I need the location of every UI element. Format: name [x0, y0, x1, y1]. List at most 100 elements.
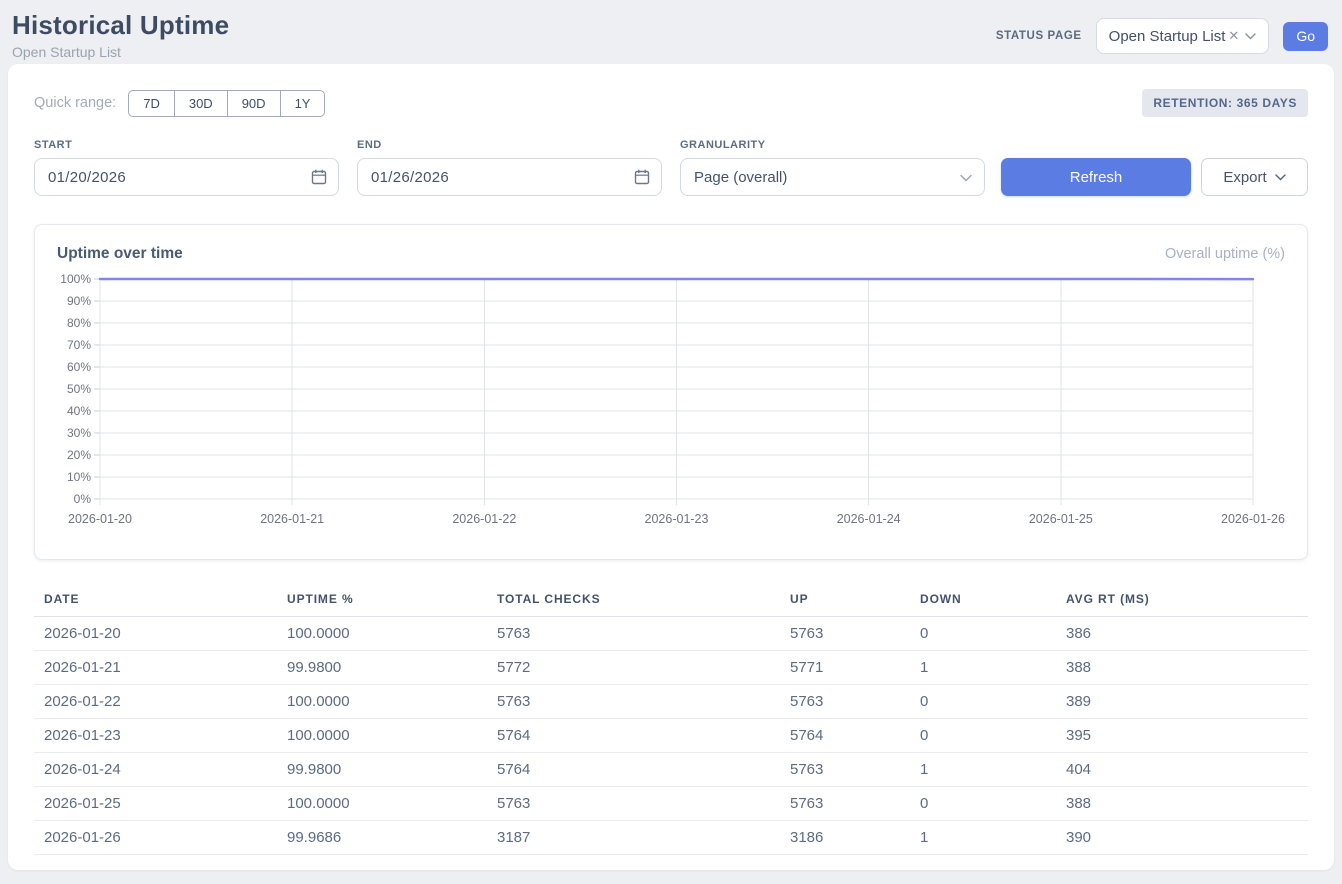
granularity-field: GRANULARITY Page (overall) — [680, 139, 985, 196]
table-cell: 388 — [1066, 651, 1308, 685]
table-cell: 100.0000 — [287, 787, 497, 821]
table-cell: 0 — [920, 685, 1066, 719]
calendar-icon[interactable] — [634, 169, 650, 185]
table-cell: 5771 — [790, 651, 920, 685]
chevron-down-icon — [1275, 174, 1286, 181]
table-cell: 1 — [920, 821, 1066, 855]
table-cell: 2026-01-21 — [34, 651, 287, 685]
uptime-chart-card: Uptime over time Overall uptime (%) 0% 10… — [34, 224, 1308, 560]
table-row: 2026-01-2499.9800576457631404 — [34, 753, 1308, 787]
svg-text:2026-01-23: 2026-01-23 — [645, 512, 709, 526]
table-header-row: DATEUPTIME %TOTAL CHECKSUPDOWNAVG RT (MS… — [34, 584, 1308, 617]
filter-row: START END GRANULARITY Page (overall) — [34, 139, 1308, 196]
range-button-30d[interactable]: 30D — [174, 90, 227, 117]
range-button-group: 7D 30D 90D 1Y — [128, 90, 325, 117]
clear-selection-icon[interactable]: ✕ — [1228, 28, 1239, 44]
header-controls: STATUS PAGE Open Startup List ✕ Go — [996, 18, 1328, 54]
uptime-table: DATEUPTIME %TOTAL CHECKSUPDOWNAVG RT (MS… — [34, 584, 1308, 855]
main-panel: Quick range: 7D 30D 90D 1Y RETENTION: 36… — [8, 64, 1334, 870]
table-cell: 404 — [1066, 753, 1308, 787]
page-subtitle: Open Startup List — [12, 44, 229, 60]
svg-text:2026-01-22: 2026-01-22 — [452, 512, 516, 526]
table-cell: 5763 — [790, 787, 920, 821]
page-title: Historical Uptime — [12, 10, 229, 41]
range-button-1y[interactable]: 1Y — [280, 90, 326, 117]
chart-legend: Overall uptime (%) — [1165, 246, 1285, 262]
svg-text:40%: 40% — [67, 404, 91, 418]
granularity-label: GRANULARITY — [680, 139, 985, 151]
column-header: AVG RT (MS) — [1066, 584, 1308, 617]
table-cell: 1 — [920, 651, 1066, 685]
table-cell: 3187 — [497, 821, 790, 855]
svg-text:60%: 60% — [67, 360, 91, 374]
table-cell: 100.0000 — [287, 719, 497, 753]
start-date-field: START — [34, 139, 339, 196]
refresh-button[interactable]: Refresh — [1001, 158, 1191, 196]
retention-badge: RETENTION: 365 DAYS — [1142, 89, 1308, 117]
table-cell: 2026-01-26 — [34, 821, 287, 855]
table-cell: 2026-01-24 — [34, 753, 287, 787]
status-page-select[interactable]: Open Startup List ✕ — [1096, 18, 1270, 54]
range-button-7d[interactable]: 7D — [128, 90, 174, 117]
chart-title: Uptime over time — [57, 245, 183, 263]
granularity-select[interactable]: Page (overall) — [680, 158, 985, 196]
table-row: 2026-01-23100.0000576457640395 — [34, 719, 1308, 753]
table-cell: 2026-01-23 — [34, 719, 287, 753]
calendar-icon[interactable] — [311, 169, 327, 185]
uptime-table-container: DATEUPTIME %TOTAL CHECKSUPDOWNAVG RT (MS… — [34, 584, 1308, 855]
chevron-down-icon — [1245, 33, 1256, 40]
table-row: 2026-01-20100.0000576357630386 — [34, 617, 1308, 651]
export-button[interactable]: Export — [1201, 158, 1308, 196]
go-button[interactable]: Go — [1283, 22, 1328, 51]
svg-text:2026-01-20: 2026-01-20 — [68, 512, 132, 526]
table-row: 2026-01-2699.9686318731861390 — [34, 821, 1308, 855]
table-cell: 5763 — [790, 685, 920, 719]
table-cell: 0 — [920, 719, 1066, 753]
quick-range-label: Quick range: — [34, 95, 116, 111]
table-cell: 5772 — [497, 651, 790, 685]
table-cell: 5763 — [497, 617, 790, 651]
svg-text:90%: 90% — [67, 294, 91, 308]
column-header: DATE — [34, 584, 287, 617]
granularity-value: Page (overall) — [694, 169, 787, 186]
start-label: START — [34, 139, 339, 151]
svg-text:80%: 80% — [67, 316, 91, 330]
table-row: 2026-01-22100.0000576357630389 — [34, 685, 1308, 719]
svg-text:0%: 0% — [74, 492, 92, 506]
column-header: TOTAL CHECKS — [497, 584, 790, 617]
end-date-input[interactable] — [357, 158, 662, 196]
svg-text:2026-01-25: 2026-01-25 — [1029, 512, 1093, 526]
table-cell: 5764 — [497, 753, 790, 787]
table-cell: 99.9800 — [287, 651, 497, 685]
table-cell: 388 — [1066, 787, 1308, 821]
table-cell: 2026-01-25 — [34, 787, 287, 821]
table-cell: 389 — [1066, 685, 1308, 719]
column-header: DOWN — [920, 584, 1066, 617]
range-button-90d[interactable]: 90D — [227, 90, 280, 117]
table-cell: 5764 — [790, 719, 920, 753]
title-block: Historical Uptime Open Startup List — [12, 10, 229, 60]
svg-text:100%: 100% — [60, 272, 91, 286]
start-date-input[interactable] — [34, 158, 339, 196]
table-row: 2026-01-25100.0000576357630388 — [34, 787, 1308, 821]
table-cell: 390 — [1066, 821, 1308, 855]
table-cell: 1 — [920, 753, 1066, 787]
column-header: UP — [790, 584, 920, 617]
table-cell: 99.9686 — [287, 821, 497, 855]
table-cell: 386 — [1066, 617, 1308, 651]
end-date-field: END — [357, 139, 662, 196]
status-page-label: STATUS PAGE — [996, 30, 1082, 42]
table-row: 2026-01-2199.9800577257711388 — [34, 651, 1308, 685]
table-cell: 5763 — [497, 787, 790, 821]
table-cell: 5763 — [790, 753, 920, 787]
svg-text:70%: 70% — [67, 338, 91, 352]
status-page-value: Open Startup List — [1109, 28, 1226, 45]
column-header: UPTIME % — [287, 584, 497, 617]
svg-text:2026-01-21: 2026-01-21 — [260, 512, 324, 526]
export-label: Export — [1223, 169, 1266, 186]
uptime-chart-svg: 0%10%20%30%40%50%60%70%80%90%100%2026-01… — [57, 271, 1285, 549]
table-cell: 100.0000 — [287, 685, 497, 719]
svg-text:20%: 20% — [67, 448, 91, 462]
table-cell: 5763 — [497, 685, 790, 719]
end-label: END — [357, 139, 662, 151]
